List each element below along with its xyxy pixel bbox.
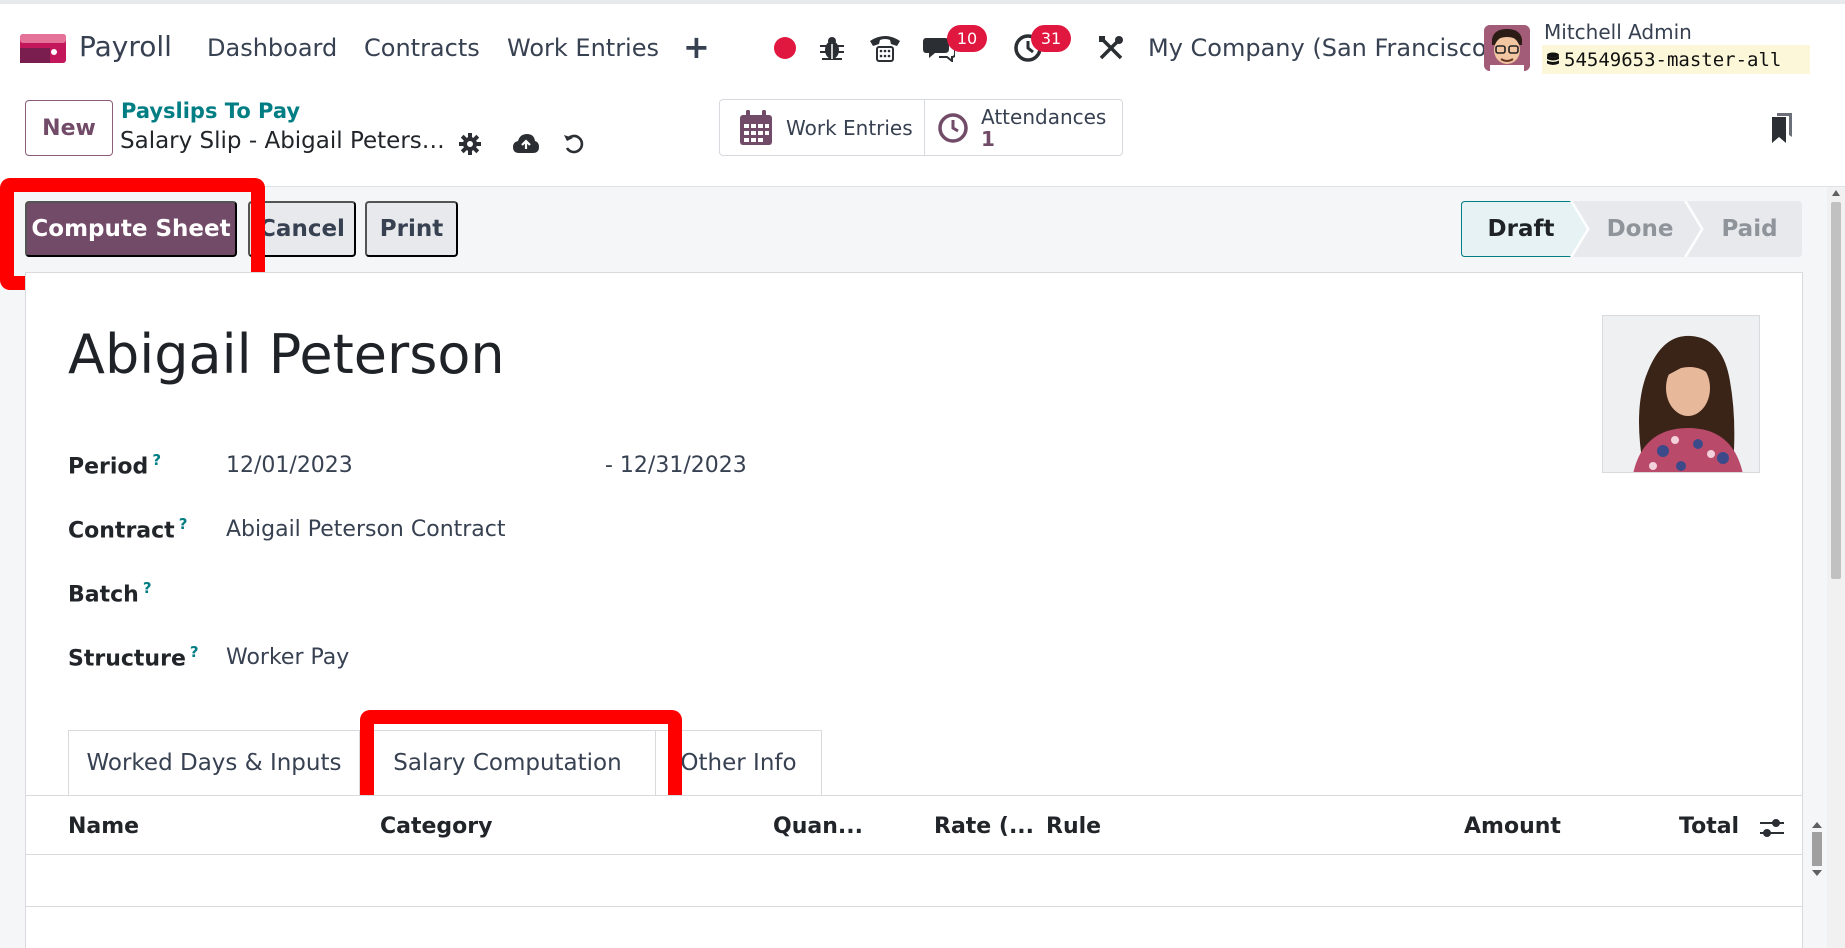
tab-scrollbar[interactable] (1810, 820, 1824, 878)
smart-buttons: Work Entries Attendances 1 (719, 99, 1123, 156)
stage-paid[interactable]: Paid (1697, 201, 1802, 257)
quick-create-plus-icon[interactable]: + (683, 28, 710, 66)
breadcrumb-current: Salary Slip - Abigail Peterson - Decembe… (120, 128, 446, 154)
menu-contracts[interactable]: Contracts (364, 34, 480, 62)
help-marker[interactable]: ? (152, 451, 161, 469)
batch-field[interactable] (226, 581, 526, 609)
attendances-label: Attendances (981, 104, 1107, 129)
status-bar: Compute Sheet Cancel Print Draft Done Pa… (0, 178, 1845, 290)
print-button[interactable]: Print (365, 201, 458, 257)
calendar-icon (740, 109, 772, 145)
form-sheet: Abigail Peterson Period? 12/01/2023 - 12… (25, 272, 1822, 948)
column-rate[interactable]: Rate (... (934, 814, 1034, 839)
employee-name[interactable]: Abigail Peterson (68, 323, 505, 386)
new-button[interactable]: New (25, 100, 113, 156)
contract-field[interactable]: Abigail Peterson Contract (226, 517, 506, 542)
cancel-button[interactable]: Cancel (248, 201, 356, 257)
contract-label: Contract? (68, 515, 188, 544)
salary-lines-header: Name Category Quan... Rate (... Rule Amo… (26, 795, 1802, 855)
database-name: 54549653-master-all (1564, 48, 1782, 71)
help-marker[interactable]: ? (143, 579, 152, 597)
period-end-field[interactable]: - 12/31/2023 (605, 453, 747, 478)
menu-work-entries[interactable]: Work Entries (507, 34, 659, 62)
compute-sheet-button[interactable]: Compute Sheet (25, 201, 237, 257)
company-switcher[interactable]: My Company (San Francisco) (1148, 34, 1496, 62)
stage-done[interactable]: Done (1583, 201, 1697, 257)
work-entries-smart-button[interactable]: Work Entries (720, 100, 925, 155)
period-label: Period? (68, 451, 162, 480)
tab-other-info[interactable]: Other Info (656, 730, 822, 795)
breadcrumb-parent[interactable]: Payslips To Pay (121, 99, 300, 123)
page-scrollbar[interactable] (1827, 187, 1845, 948)
database-badge: 54549653-master-all (1542, 45, 1810, 74)
database-icon (1547, 52, 1559, 65)
list-row-divider (26, 906, 1802, 907)
bug-icon[interactable] (815, 32, 849, 64)
page-scrollbar-thumb[interactable] (1831, 202, 1841, 579)
bookmark-icon[interactable] (1768, 111, 1796, 145)
column-category[interactable]: Category (380, 814, 492, 839)
user-avatar[interactable] (1484, 25, 1530, 71)
attendances-smart-button[interactable]: Attendances 1 (925, 100, 1122, 155)
stage-pipeline: Draft Done Paid (1461, 201, 1802, 257)
help-marker[interactable]: ? (190, 643, 199, 661)
control-panel: New Payslips To Pay Salary Slip - Abigai… (0, 89, 1845, 187)
gear-icon[interactable] (455, 129, 485, 159)
column-quantity[interactable]: Quan... (773, 814, 863, 839)
column-amount[interactable]: Amount (1464, 814, 1561, 839)
phone-icon[interactable] (866, 32, 904, 64)
column-total[interactable]: Total (1679, 814, 1739, 839)
work-entries-label: Work Entries (786, 115, 913, 140)
cloud-upload-icon[interactable] (511, 129, 541, 159)
activities-badge: 31 (1031, 25, 1071, 52)
messages-badge: 10 (947, 25, 987, 52)
period-start-field[interactable]: 12/01/2023 (226, 453, 353, 478)
employee-photo[interactable] (1602, 315, 1760, 473)
user-name[interactable]: Mitchell Admin (1544, 20, 1692, 44)
notebook-tabs: Worked Days & Inputs Salary Computation … (68, 730, 822, 795)
structure-field[interactable]: Worker Pay (226, 645, 349, 670)
column-rule[interactable]: Rule (1046, 814, 1101, 839)
tab-salary-computation[interactable]: Salary Computation (360, 730, 656, 795)
tools-icon[interactable] (1094, 32, 1128, 64)
menu-dashboard[interactable]: Dashboard (207, 34, 337, 62)
attendance-clock-icon (938, 112, 968, 143)
batch-label: Batch? (68, 579, 152, 608)
tab-worked-days-inputs[interactable]: Worked Days & Inputs (68, 730, 360, 795)
column-name[interactable]: Name (68, 814, 139, 839)
help-marker[interactable]: ? (179, 515, 188, 533)
undo-icon[interactable] (559, 129, 589, 159)
form-area: Compute Sheet Cancel Print Draft Done Pa… (0, 178, 1845, 948)
recording-icon[interactable] (768, 32, 802, 64)
structure-label: Structure? (68, 643, 199, 672)
app-logo-icon[interactable] (20, 32, 66, 65)
top-navbar: Payroll Dashboard Contracts Work Entries… (0, 0, 1845, 89)
settings-sliders-icon[interactable] (1759, 817, 1785, 839)
attendances-count: 1 (981, 126, 995, 151)
app-name[interactable]: Payroll (79, 30, 172, 63)
stage-draft[interactable]: Draft (1461, 201, 1581, 257)
